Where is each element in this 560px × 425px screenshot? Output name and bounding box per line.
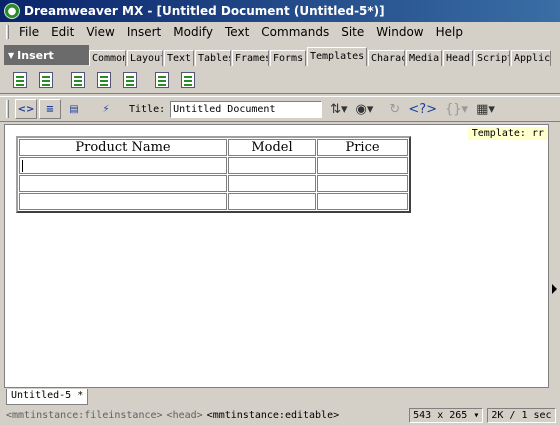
- document-design-view[interactable]: Template: rr Product Name Model Price: [4, 124, 549, 388]
- preview-browser-icon[interactable]: ◉▾: [356, 102, 374, 117]
- table-cell[interactable]: [317, 193, 408, 210]
- page-title-input[interactable]: [170, 100, 323, 118]
- table-cell[interactable]: [228, 157, 316, 174]
- menu-window[interactable]: Window: [370, 25, 429, 39]
- menubar-grip[interactable]: [6, 25, 9, 39]
- dreamweaver-app-icon: ●: [4, 3, 20, 19]
- insert-panel-label: Insert: [17, 48, 54, 62]
- table-cell[interactable]: [317, 157, 408, 174]
- window-size-text: 543 x 265: [413, 410, 468, 421]
- tab-common[interactable]: Common: [89, 50, 126, 66]
- menu-site[interactable]: Site: [335, 25, 370, 39]
- make-template-icon[interactable]: [10, 70, 30, 90]
- insert-panel-header: ▼ Insert Common Layout Text Tables Frame…: [0, 44, 560, 66]
- header-product-name[interactable]: Product Name: [19, 139, 227, 156]
- reference-icon[interactable]: <?>: [408, 102, 437, 117]
- templates-icon-bar: [0, 67, 560, 94]
- document-tab[interactable]: Untitled-5 *: [6, 389, 89, 405]
- table-header-row: Product Name Model Price: [19, 139, 408, 156]
- insert-tabs: Common Layout Text Tables Frames Forms T…: [89, 46, 560, 66]
- tab-layout[interactable]: Layout: [127, 50, 163, 66]
- tab-forms[interactable]: Forms: [270, 50, 306, 66]
- table-cell[interactable]: [228, 175, 316, 192]
- template-badge: Template: rr: [467, 127, 548, 140]
- document-toolbar: <> ≡ ▤ ⚡ Title: ⇅▾ ◉▾ ↻ <?> {}▾ ▦▾: [0, 96, 560, 122]
- menu-help[interactable]: Help: [430, 25, 469, 39]
- tab-tables[interactable]: Tables: [195, 50, 231, 66]
- menu-commands[interactable]: Commands: [255, 25, 335, 39]
- code-navigation-icon[interactable]: {}▾: [445, 102, 468, 117]
- table-cell[interactable]: [228, 193, 316, 210]
- table-cell[interactable]: [19, 175, 227, 192]
- status-bar: <mmtinstance:fileinstance> <head> <mmtin…: [0, 406, 560, 425]
- tag-selector-editable[interactable]: <mmtinstance:editable>: [207, 410, 339, 421]
- menu-edit[interactable]: Edit: [45, 25, 80, 39]
- table-cell[interactable]: [19, 193, 227, 210]
- repeating-region-icon[interactable]: [120, 70, 140, 90]
- title-label: Title:: [129, 103, 166, 115]
- tab-application[interactable]: Application: [511, 50, 551, 66]
- view-options-icon[interactable]: ▦▾: [476, 102, 495, 117]
- menu-view[interactable]: View: [80, 25, 120, 39]
- product-table[interactable]: Product Name Model Price: [16, 136, 411, 213]
- optional-region-icon[interactable]: [94, 70, 114, 90]
- editable-region-icon[interactable]: [68, 70, 88, 90]
- design-view-icon[interactable]: ▤: [63, 99, 85, 119]
- table-cell[interactable]: [19, 157, 227, 174]
- tag-selector-head[interactable]: <head>: [167, 410, 203, 421]
- tab-head[interactable]: Head: [443, 50, 473, 66]
- tag-selector-fileinstance[interactable]: <mmtinstance:fileinstance>: [6, 410, 163, 421]
- tab-media[interactable]: Media: [406, 50, 442, 66]
- menu-bar: File Edit View Insert Modify Text Comman…: [0, 22, 560, 42]
- menu-modify[interactable]: Modify: [167, 25, 219, 39]
- editable-optional-region-icon[interactable]: [152, 70, 172, 90]
- panel-expander[interactable]: [549, 124, 560, 388]
- tab-frames[interactable]: Frames: [232, 50, 269, 66]
- tab-script[interactable]: Script: [474, 50, 510, 66]
- file-management-icon[interactable]: ⇅▾: [330, 102, 347, 117]
- window-size-display[interactable]: 543 x 265 ▾: [409, 408, 484, 423]
- live-data-icon[interactable]: ⚡: [95, 99, 117, 119]
- table-row: [19, 157, 408, 174]
- header-price[interactable]: Price: [317, 139, 408, 156]
- header-model[interactable]: Model: [228, 139, 316, 156]
- window-titlebar: ● Dreamweaver MX - [Untitled Document (U…: [0, 0, 560, 22]
- refresh-icon[interactable]: ↻: [389, 102, 400, 117]
- table-cell[interactable]: [317, 175, 408, 192]
- download-stats: 2K / 1 sec: [487, 408, 556, 423]
- tab-characters[interactable]: Characters: [368, 50, 405, 66]
- make-nested-template-icon[interactable]: [36, 70, 56, 90]
- menu-insert[interactable]: Insert: [121, 25, 167, 39]
- window-title: Dreamweaver MX - [Untitled Document (Unt…: [24, 4, 385, 18]
- code-view-icon[interactable]: <>: [15, 99, 37, 119]
- toolbar-grip[interactable]: [6, 100, 9, 118]
- tab-templates[interactable]: Templates: [307, 47, 367, 66]
- insert-panel-toggle[interactable]: ▼ Insert: [4, 45, 89, 65]
- tab-text[interactable]: Text: [164, 50, 194, 66]
- menu-file[interactable]: File: [13, 25, 45, 39]
- repeating-table-icon[interactable]: [178, 70, 198, 90]
- menu-text[interactable]: Text: [219, 25, 255, 39]
- split-view-icon[interactable]: ≡: [39, 99, 61, 119]
- expand-arrow-icon: [552, 284, 557, 294]
- collapse-triangle-icon: ▼: [8, 50, 15, 60]
- table-row: [19, 193, 408, 210]
- table-row: [19, 175, 408, 192]
